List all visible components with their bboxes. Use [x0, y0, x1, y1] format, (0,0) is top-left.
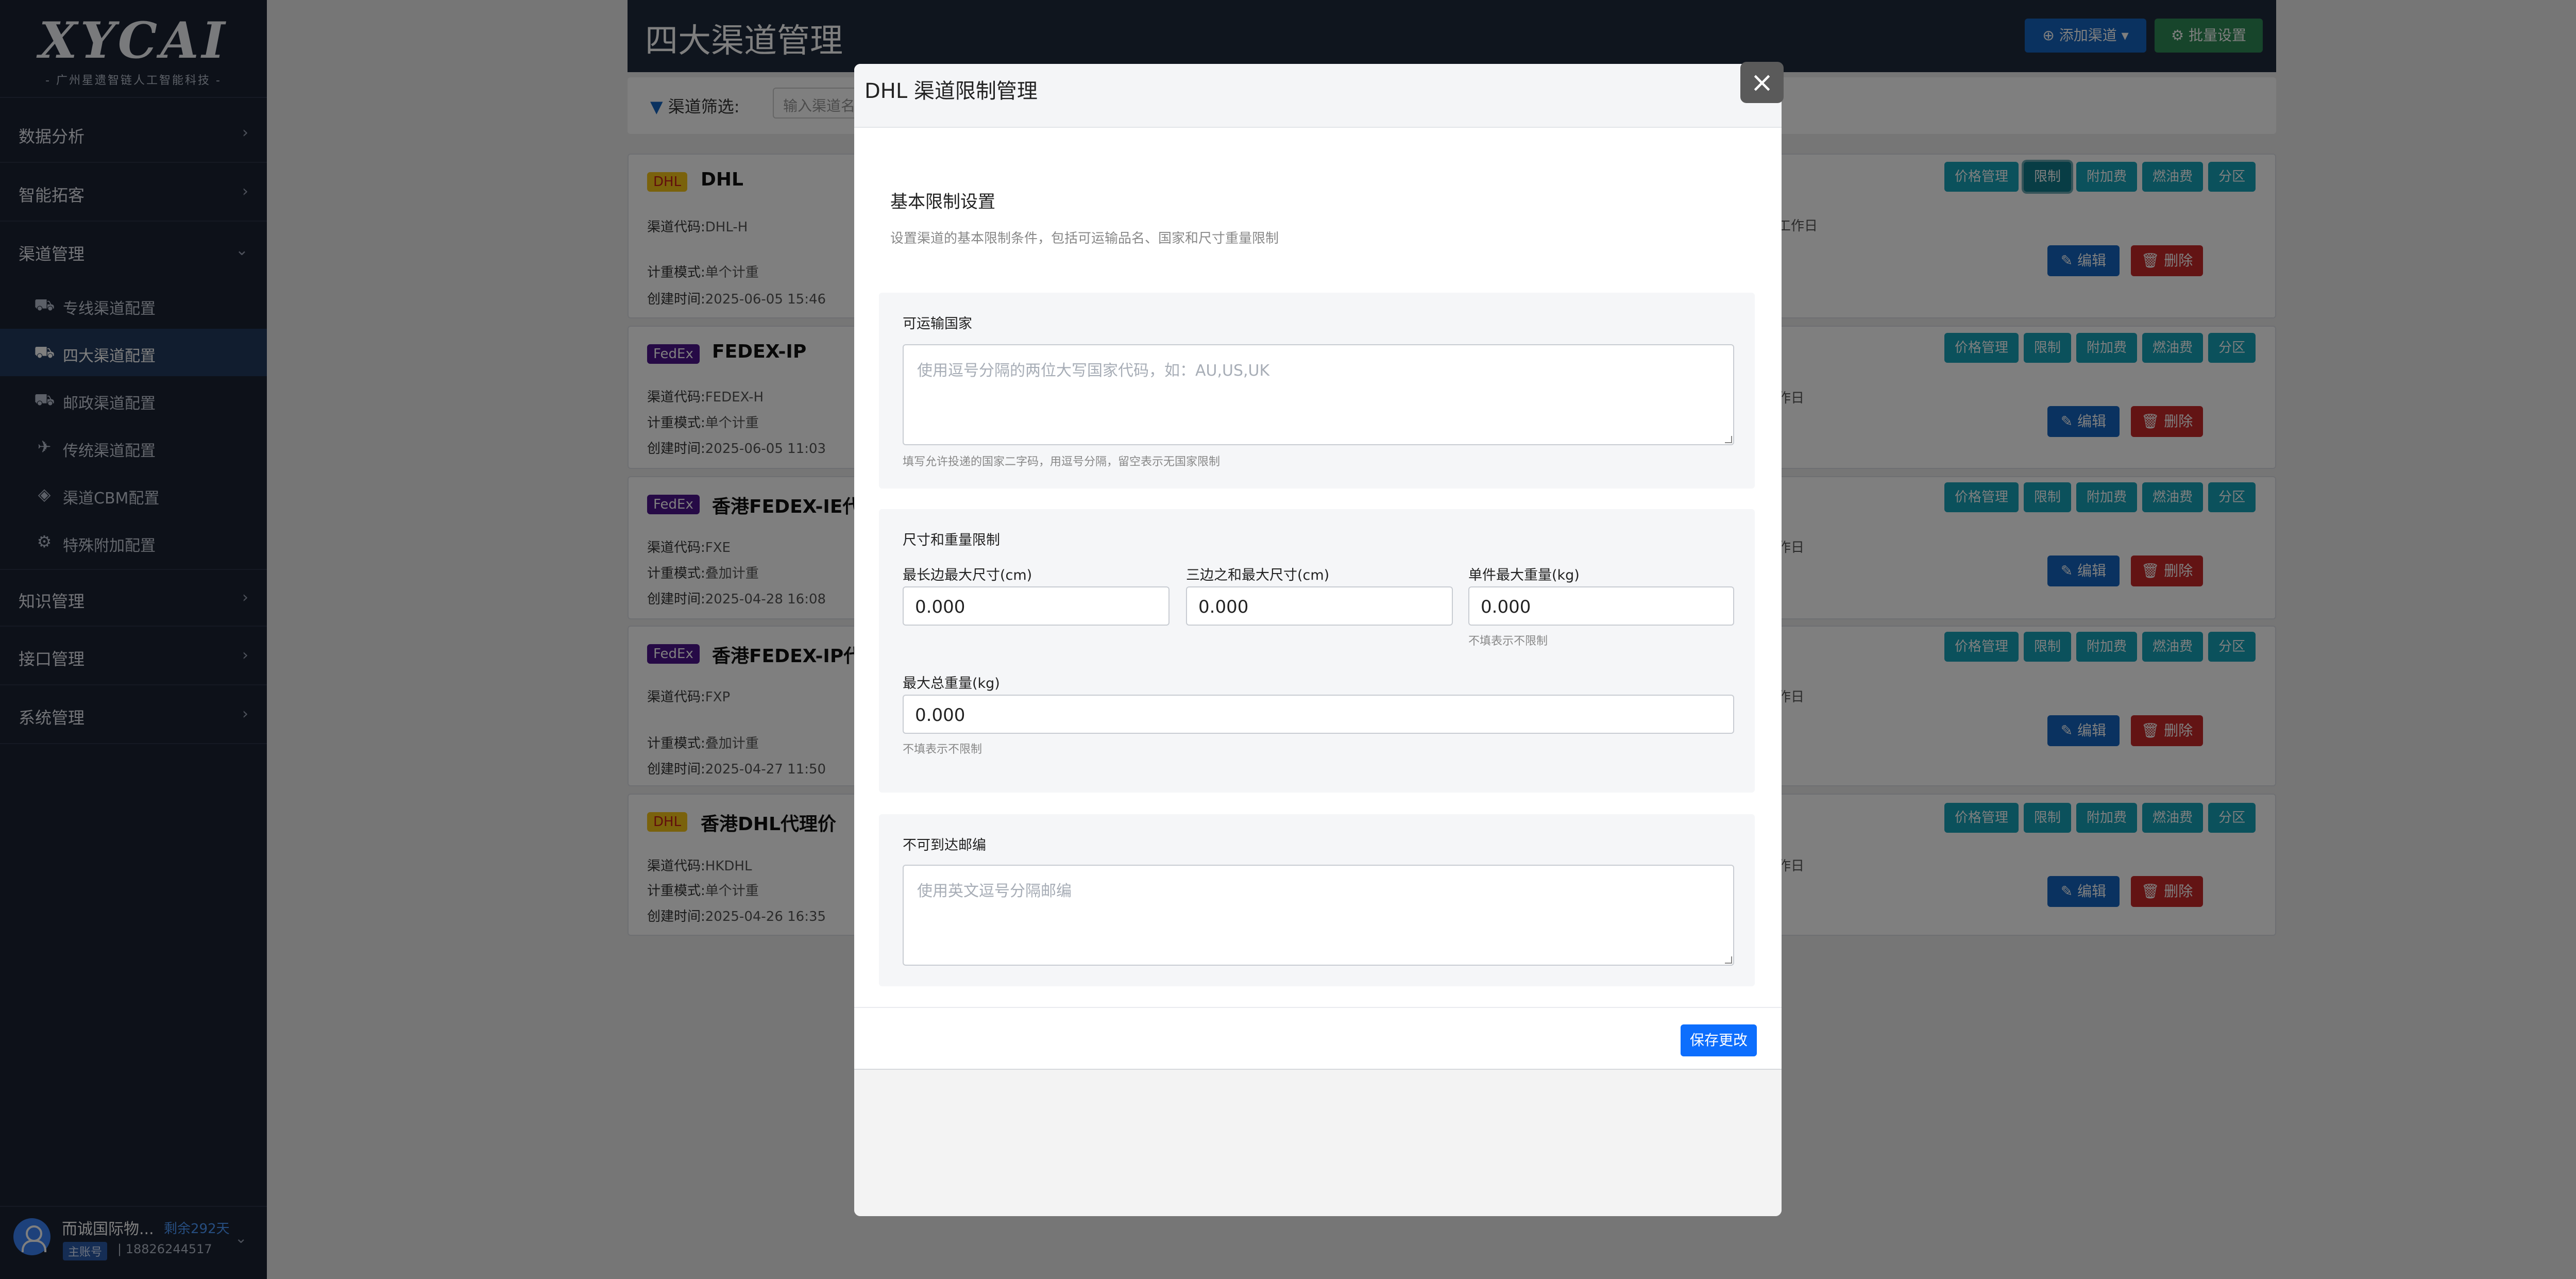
modal-empty-area [854, 1069, 1782, 1216]
postcodes-panel: 不可到达邮编 使用英文逗号分隔邮编 [879, 814, 1755, 986]
countries-panel: 可运输国家 使用逗号分隔的两位大写国家代码，如：AU,US,UK 填写允许投递的… [879, 293, 1755, 489]
section-title: 基本限制设置 [890, 192, 995, 212]
postcodes-label: 不可到达邮编 [903, 837, 986, 853]
max-piece-weight-hint: 不填表示不限制 [1468, 635, 1548, 648]
resize-handle-icon[interactable] [1725, 956, 1732, 964]
max-total-weight-hint: 不填表示不限制 [903, 743, 982, 756]
sum-sides-label: 三边之和最大尺寸(cm) [1186, 567, 1330, 583]
section-description: 设置渠道的基本限制条件，包括可运输品名、国家和尺寸重量限制 [890, 231, 1279, 246]
sum-sides-input[interactable]: 0.000 [1186, 586, 1453, 626]
max-side-label: 最长边最大尺寸(cm) [903, 567, 1032, 583]
size-weight-label: 尺寸和重量限制 [903, 532, 1000, 548]
max-side-input[interactable]: 0.000 [903, 586, 1170, 626]
countries-hint: 填写允许投递的国家二字码，用逗号分隔，留空表示无国家限制 [903, 456, 1221, 468]
max-piece-weight-input[interactable]: 0.000 [1468, 586, 1734, 626]
max-total-weight-input[interactable]: 0.000 [903, 695, 1734, 734]
close-icon[interactable]: × [1740, 62, 1784, 103]
modal-header: DHL 渠道限制管理 [854, 64, 1782, 128]
save-button[interactable]: 保存更改 [1681, 1024, 1757, 1056]
modal-title: DHL 渠道限制管理 [865, 79, 1038, 103]
countries-textarea[interactable]: 使用逗号分隔的两位大写国家代码，如：AU,US,UK [903, 344, 1734, 445]
channel-limit-modal: DHL 渠道限制管理 × 基本限制设置 设置渠道的基本限制条件，包括可运输品名、… [854, 62, 1784, 1216]
postcodes-textarea[interactable]: 使用英文逗号分隔邮编 [903, 865, 1734, 966]
max-piece-weight-label: 单件最大重量(kg) [1468, 567, 1580, 583]
modal-footer [854, 1007, 1782, 1069]
countries-label: 可运输国家 [903, 316, 972, 332]
resize-handle-icon[interactable] [1725, 436, 1732, 443]
size-weight-panel: 尺寸和重量限制 最长边最大尺寸(cm) 0.000 三边之和最大尺寸(cm) 0… [879, 509, 1755, 793]
max-total-weight-label: 最大总重量(kg) [903, 676, 1000, 692]
